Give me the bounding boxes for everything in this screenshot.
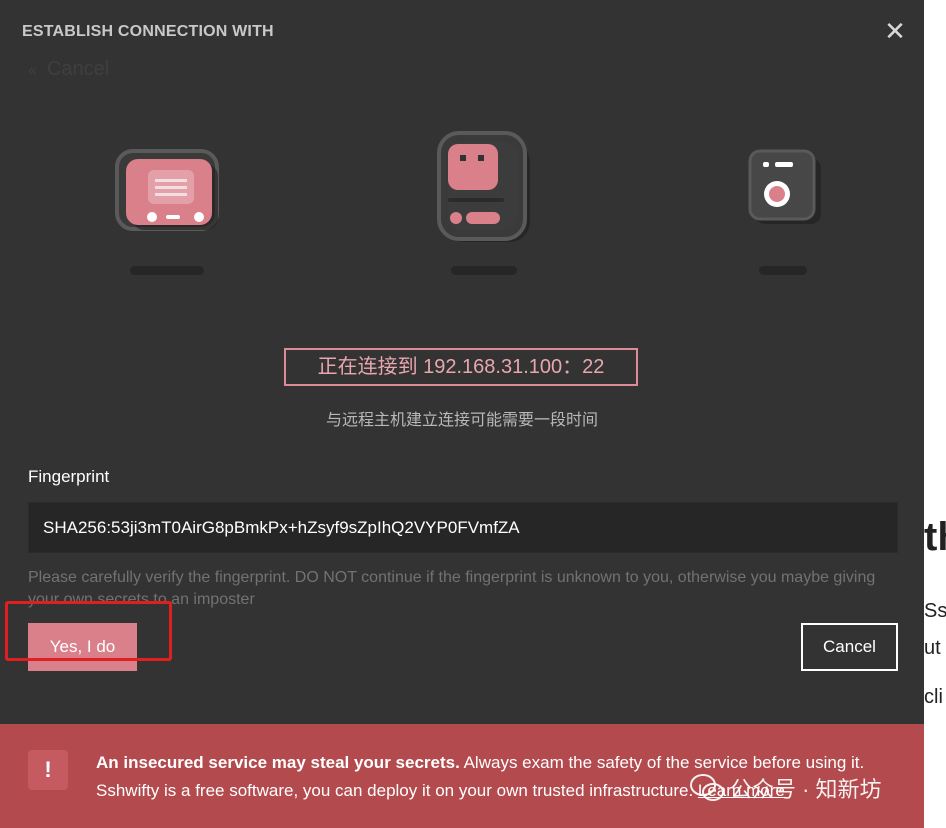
background-page: th Ss ut cli <box>924 0 946 828</box>
fingerprint-label: Fingerprint <box>28 467 110 486</box>
background-text: Ss <box>924 600 946 622</box>
background-text: th <box>924 515 946 559</box>
icon-shadow <box>451 266 517 275</box>
cancel-button[interactable]: Cancel <box>801 623 898 671</box>
client-device-icon <box>112 146 224 236</box>
warning-icon: ! <box>28 750 68 790</box>
connection-status-subtext: 与远程主机建立连接可能需要一段时间 <box>325 412 598 429</box>
wechat-logo-icon <box>690 774 724 801</box>
dialog-title: ESTABLISH CONNECTION WITH <box>22 23 274 40</box>
fingerprint-warning: Please carefully verify the fingerprint.… <box>28 569 876 608</box>
background-text: ut <box>924 637 941 659</box>
watermark-text: 公众号 · 知新坊 <box>730 777 882 802</box>
fingerprint-field[interactable]: SHA256:53ji3mT0AirG8pBmkPx+hZsyf9sZpIhQ2… <box>28 502 898 553</box>
warning-bold-text: An insecured service may steal your secr… <box>96 753 460 772</box>
confirm-yes-button[interactable]: Yes, I do <box>28 623 137 671</box>
connection-status: 正在连接到 192.168.31.100：22 <box>284 348 638 386</box>
icon-shadow <box>130 266 204 275</box>
back-cancel-label: Cancel <box>46 58 110 80</box>
server-tablet-icon <box>436 130 532 244</box>
background-text: cli <box>924 686 943 708</box>
connection-dialog: ESTABLISH CONNECTION WITH ✕ « Cancel 正在连接… <box>0 0 924 828</box>
close-icon[interactable]: ✕ <box>882 16 908 46</box>
watermark: 公众号 · 知新坊 <box>690 772 882 806</box>
warning-text-1: Always exam the safety of the service be… <box>459 753 865 772</box>
icon-shadow <box>759 266 807 275</box>
chevron-left-icon: « <box>28 62 37 79</box>
warning-text-2: Sshwifty is a free software, you can dep… <box>96 781 698 800</box>
remote-device-icon <box>747 148 823 226</box>
back-cancel-link[interactable]: « Cancel <box>28 58 109 81</box>
